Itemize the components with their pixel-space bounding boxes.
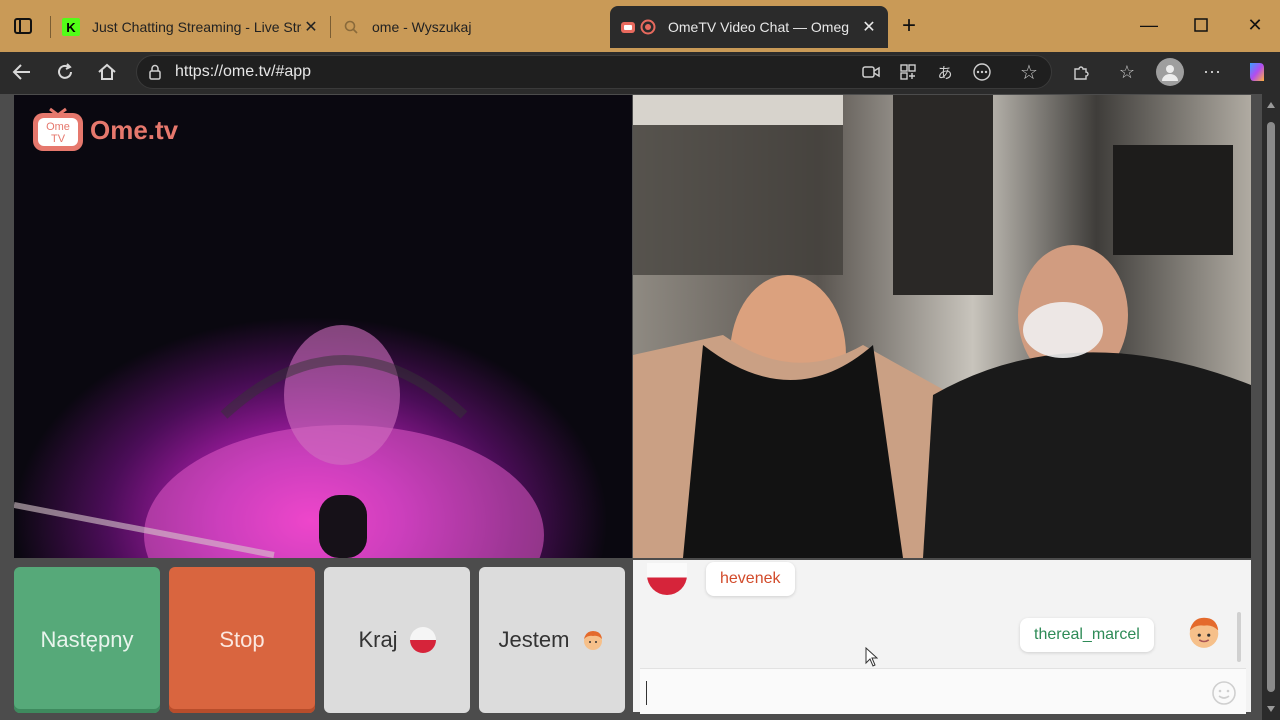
home-button[interactable]	[93, 60, 121, 84]
gender-button-label: Jestem	[498, 627, 570, 652]
next-button-label: Następny	[40, 627, 134, 652]
stranger-name-bubble: hevenek	[706, 562, 795, 596]
menu-icon[interactable]: ⋯	[1201, 61, 1223, 83]
page-scrollbar[interactable]	[1262, 94, 1280, 720]
stranger-name: hevenek	[720, 570, 781, 587]
scroll-up-icon[interactable]	[1267, 102, 1275, 108]
ometv-logo-text: Ome.tv	[90, 115, 179, 145]
lock-icon[interactable]	[144, 61, 166, 83]
svg-text:Ome: Ome	[46, 121, 70, 133]
tab-title: OmeTV Video Chat — Omeg	[668, 19, 850, 35]
scroll-down-icon[interactable]	[1267, 706, 1275, 712]
tab-title: ome - Wyszukaj	[372, 19, 472, 35]
favorites-icon[interactable]: ☆	[1116, 61, 1138, 83]
country-button[interactable]: Kraj	[324, 567, 470, 713]
mouse-cursor-icon	[860, 646, 882, 668]
favorite-star-icon[interactable]: ☆	[1018, 61, 1040, 84]
more-tools-icon[interactable]	[971, 61, 993, 83]
tab-just-chatting[interactable]: K Just Chatting Streaming - Live Stre ✕	[52, 6, 330, 48]
back-button[interactable]	[8, 60, 36, 84]
translate-icon[interactable]: あ	[934, 61, 956, 83]
apps-icon[interactable]	[897, 61, 919, 83]
extensions-icon[interactable]	[1070, 61, 1092, 83]
new-tab-button[interactable]: +	[898, 12, 920, 39]
country-button-label: Kraj	[358, 627, 398, 652]
profile-avatar[interactable]	[1156, 58, 1184, 86]
kick-icon: K	[62, 18, 80, 36]
close-window-button[interactable]: ✕	[1244, 14, 1266, 36]
url-text[interactable]: https://ome.tv/#app	[175, 63, 311, 81]
tab-title: Just Chatting Streaming - Live Stre	[92, 19, 302, 35]
copilot-icon[interactable]	[1243, 58, 1271, 86]
local-video	[14, 95, 632, 558]
chat-scrollbar[interactable]	[1237, 612, 1241, 662]
stop-button[interactable]: Stop	[169, 567, 315, 713]
tab-ometv[interactable]: OmeTV Video Chat — Omeg ✕	[610, 6, 888, 48]
close-tab-icon[interactable]: ✕	[302, 17, 320, 37]
me-avatar-icon	[1184, 612, 1224, 652]
search-icon	[342, 18, 360, 36]
minimize-button[interactable]: —	[1138, 14, 1160, 36]
stop-button-label: Stop	[219, 627, 265, 652]
male-avatar-icon	[581, 628, 605, 652]
me-name-bubble: thereal_marcel	[1020, 618, 1154, 652]
controls-panel: Następny Stop Kraj Jestem	[14, 567, 625, 713]
close-tab-icon[interactable]: ✕	[860, 17, 878, 37]
me-name: thereal_marcel	[1034, 626, 1140, 643]
chat-input[interactable]	[640, 668, 1246, 714]
emoji-icon[interactable]	[1210, 679, 1238, 707]
tab-actions-icon[interactable]	[12, 16, 34, 36]
refresh-button[interactable]	[51, 60, 79, 84]
maximize-button[interactable]	[1190, 14, 1212, 36]
camera-icon[interactable]	[860, 61, 882, 83]
tab-search[interactable]: ome - Wyszukaj	[332, 6, 608, 48]
poland-flag-icon	[409, 627, 436, 653]
svg-text:TV: TV	[51, 133, 66, 145]
ometv-icon	[620, 18, 656, 36]
scroll-thumb[interactable]	[1267, 122, 1275, 692]
ometv-logo-icon: Ome TV	[30, 103, 86, 155]
gender-button[interactable]: Jestem	[479, 567, 625, 713]
text-cursor	[646, 681, 647, 705]
next-button[interactable]: Następny	[14, 567, 160, 713]
stranger-video	[633, 95, 1251, 558]
